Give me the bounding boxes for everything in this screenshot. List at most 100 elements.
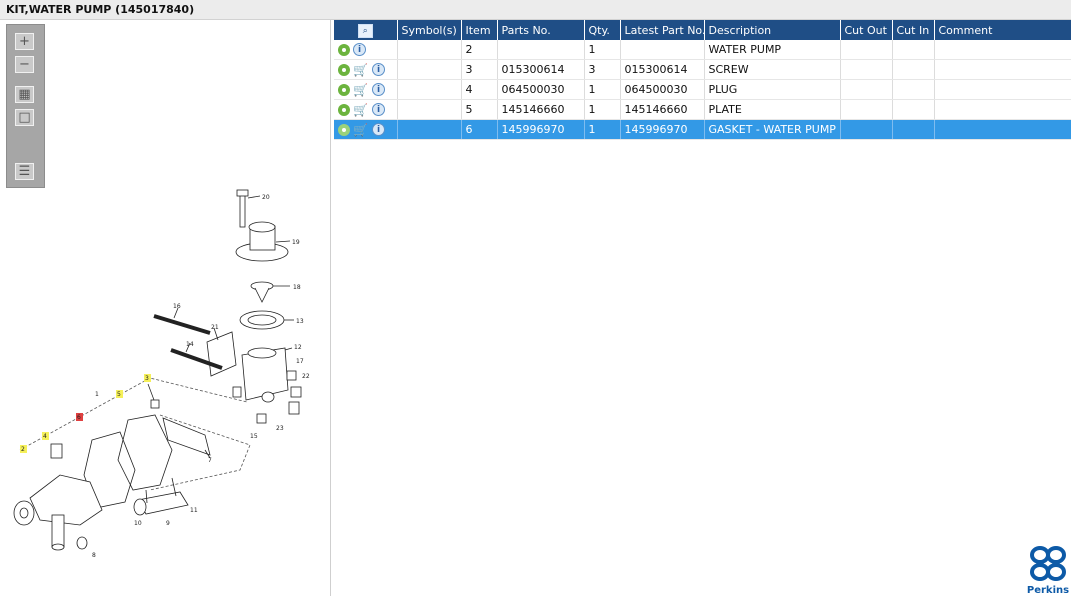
callout-8[interactable]: 8 (92, 552, 96, 559)
cart-icon[interactable]: 🛒 (353, 104, 369, 116)
callout-11[interactable]: 11 (190, 507, 198, 514)
cut-out-cell (840, 99, 893, 120)
description-cell: GASKET - WATER PUMP (704, 119, 841, 140)
window-title: KIT,WATER PUMP (145017840) (6, 3, 195, 16)
actual-size-button[interactable]: □ (15, 109, 34, 126)
comment-cell (934, 59, 1071, 80)
latest-part-no-cell: 145996970 (620, 119, 705, 140)
cart-icon[interactable]: 🛒 (353, 64, 369, 76)
item-cell: 5 (461, 99, 498, 120)
callout-15[interactable]: 15 (250, 433, 258, 440)
gear-icon[interactable] (338, 63, 350, 76)
column-header-cut-in[interactable]: Cut In (892, 20, 935, 40)
cut-in-cell (892, 59, 935, 80)
gear-icon[interactable] (338, 103, 350, 116)
zoom-out-button[interactable]: − (15, 56, 34, 73)
info-icon[interactable]: i (372, 63, 385, 77)
callout-23[interactable]: 23 (276, 425, 284, 432)
cart-icon[interactable]: 🛒 (353, 84, 369, 96)
qty-cell: 3 (584, 59, 621, 80)
gear-icon[interactable] (338, 83, 350, 96)
diagram-pane[interactable]: + − ▦ □ ☰ 20 19 18 13 12 16 21 14 17 22 … (0, 20, 331, 596)
table-row[interactable]: 🛒 i 5 145146660 1 145146660 PLATE (334, 99, 1071, 120)
column-header-qty[interactable]: Qty. (584, 20, 621, 40)
column-header-search[interactable]: ⌕ (334, 20, 398, 40)
column-header-latest-part-no[interactable]: Latest Part No. (620, 20, 705, 40)
latest-part-no-cell: 015300614 (620, 59, 705, 80)
item-cell: 2 (461, 40, 498, 60)
info-icon[interactable]: i (372, 83, 385, 97)
cut-out-cell (840, 79, 893, 100)
search-icon: ⌕ (357, 23, 373, 38)
qty-cell: 1 (584, 40, 621, 60)
comment-cell (934, 119, 1071, 140)
symbols-cell (397, 99, 462, 120)
brand-name: Perkins (1026, 585, 1070, 596)
parts-no-cell (497, 40, 585, 60)
zoom-in-icon: + (19, 34, 30, 49)
comment-cell (934, 40, 1071, 60)
description-cell: PLATE (704, 99, 841, 120)
info-icon[interactable]: i (372, 123, 385, 137)
gear-icon[interactable] (338, 43, 350, 56)
parts-no-cell: 145996970 (497, 119, 585, 140)
column-header-item[interactable]: Item (461, 20, 498, 40)
cart-icon[interactable]: 🛒 (353, 124, 369, 136)
cut-in-cell (892, 99, 935, 120)
zoom-in-button[interactable]: + (15, 33, 34, 50)
parts-no-cell: 064500030 (497, 79, 585, 100)
callout-7[interactable]: 7 (208, 457, 212, 464)
callout-18[interactable]: 18 (293, 284, 301, 291)
column-header-symbols[interactable]: Symbol(s) (397, 20, 462, 40)
fit-all-button[interactable]: ▦ (15, 86, 34, 103)
column-header-description[interactable]: Description (704, 20, 841, 40)
column-header-cut-out[interactable]: Cut Out (840, 20, 893, 40)
description-cell: WATER PUMP (704, 40, 841, 60)
perkins-logo: Perkins (1026, 545, 1070, 596)
table-row[interactable]: 🛒 i 4 064500030 1 064500030 PLUG (334, 79, 1071, 100)
callout-5[interactable]: 5 (117, 391, 121, 398)
callout-17[interactable]: 17 (296, 358, 304, 365)
table-row[interactable]: 🛒 i 3 015300614 3 015300614 SCREW (334, 59, 1071, 80)
callout-20[interactable]: 20 (262, 194, 270, 201)
callout-13[interactable]: 13 (296, 318, 304, 325)
gear-icon[interactable] (338, 123, 350, 136)
row-actions: i (334, 40, 398, 60)
callout-14[interactable]: 14 (186, 341, 194, 348)
callout-22[interactable]: 22 (302, 373, 310, 380)
callout-19[interactable]: 19 (292, 239, 300, 246)
table-row-selected[interactable]: 🛒 i 6 145996970 1 145996970 GASKET - WATE… (334, 119, 1071, 140)
column-header-comment[interactable]: Comment (934, 20, 1071, 40)
row-actions: 🛒 i (334, 79, 398, 100)
parts-list-pane: ⌕ Symbol(s) Item Parts No. Qty. Latest P… (332, 20, 1071, 596)
callout-2[interactable]: 2 (21, 446, 25, 453)
table-row[interactable]: i 2 1 WATER PUMP (334, 40, 1071, 60)
callout-16[interactable]: 16 (173, 303, 181, 310)
callout-6[interactable]: 6 (77, 414, 81, 421)
cut-in-cell (892, 40, 935, 60)
callout-12[interactable]: 12 (294, 344, 302, 351)
cut-in-cell (892, 119, 935, 140)
item-cell: 4 (461, 79, 498, 100)
callout-10[interactable]: 10 (134, 520, 142, 527)
comment-cell (934, 99, 1071, 120)
item-cell: 3 (461, 59, 498, 80)
callout-4[interactable]: 4 (43, 433, 47, 440)
symbols-cell (397, 79, 462, 100)
column-header-parts-no[interactable]: Parts No. (497, 20, 585, 40)
cut-in-cell (892, 79, 935, 100)
item-cell: 6 (461, 119, 498, 140)
row-actions: 🛒 i (334, 119, 398, 140)
info-icon[interactable]: i (353, 43, 366, 57)
exploded-parts-diagram[interactable]: 20 19 18 13 12 16 21 14 17 22 3 1 5 23 1… (0, 170, 330, 570)
callout-3[interactable]: 3 (145, 375, 149, 382)
callout-21[interactable]: 21 (211, 324, 219, 331)
parts-table: ⌕ Symbol(s) Item Parts No. Qty. Latest P… (334, 20, 1071, 140)
perkins-logo-icon (1030, 546, 1066, 581)
table-header-row: ⌕ Symbol(s) Item Parts No. Qty. Latest P… (334, 20, 1071, 40)
callout-1[interactable]: 1 (95, 391, 99, 398)
latest-part-no-cell: 064500030 (620, 79, 705, 100)
callout-9[interactable]: 9 (166, 520, 170, 527)
parts-no-cell: 015300614 (497, 59, 585, 80)
info-icon[interactable]: i (372, 103, 385, 117)
